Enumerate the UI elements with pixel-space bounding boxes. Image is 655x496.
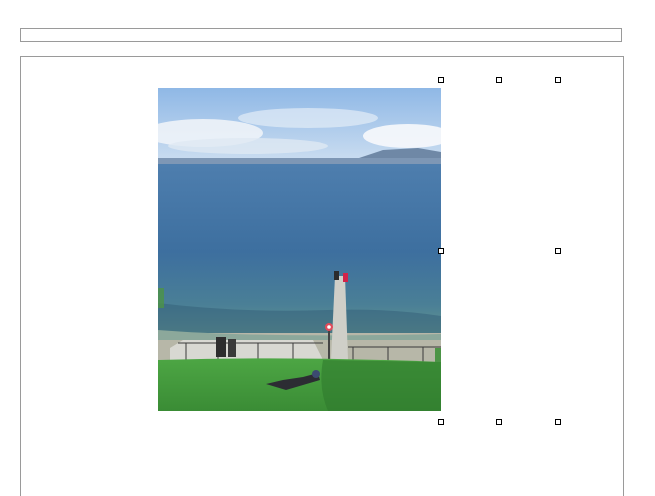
resize-handle-middle-right[interactable] <box>555 248 561 254</box>
resize-handle-bottom-right[interactable] <box>555 419 561 425</box>
resize-handle-bottom-left[interactable] <box>438 419 444 425</box>
photo-artwork <box>158 88 441 411</box>
resize-handle-top-center[interactable] <box>496 77 502 83</box>
resize-handle-top-right[interactable] <box>555 77 561 83</box>
lake-pier-photo[interactable] <box>158 88 441 411</box>
address-bar[interactable] <box>20 28 622 42</box>
resize-handle-bottom-center[interactable] <box>496 419 502 425</box>
resize-handle-top-left[interactable] <box>438 77 444 83</box>
resize-handle-middle-left[interactable] <box>438 248 444 254</box>
